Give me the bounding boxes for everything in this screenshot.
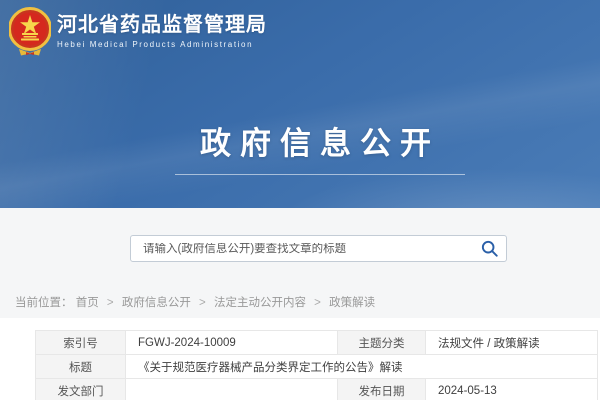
table-row-index: 索引号 FGWJ-2024-10009 主题分类 法规文件 / 政策解读 [36,331,598,355]
page-title: 政府信息公开 [200,118,440,163]
table-row-title: 标题 《关于规范医疗器械产品分类界定工作的公告》解读 [36,355,598,379]
field-label-index-number: 索引号 [36,331,126,355]
banner-heading: 政府信息公开 [20,118,600,175]
breadcrumb-item-policy-interpretation[interactable]: 政策解读 [329,297,375,309]
field-label-title: 标题 [36,355,126,379]
breadcrumb-separator: > [107,297,114,309]
field-value-title: 《关于规范医疗器械产品分类界定工作的公告》解读 [126,355,598,379]
agency-name-english: Hebei Medical Products Administration [57,40,267,49]
field-value-publish-date: 2024-05-13 [426,379,598,400]
banner-underline [175,174,465,175]
table-row-department-date: 发文部门 发布日期 2024-05-13 [36,379,598,400]
search-box [130,235,507,262]
site-header-banner: 河北省药品监督管理局 Hebei Medical Products Admini… [0,0,600,208]
breadcrumb-item-home[interactable]: 首页 [76,297,99,309]
field-label-publish-date: 发布日期 [338,379,426,400]
breadcrumb-separator: > [199,297,206,309]
site-logo[interactable]: 河北省药品监督管理局 Hebei Medical Products Admini… [9,7,267,57]
breadcrumb-label: 当前位置： [15,297,73,309]
site-logo-text: 河北省药品监督管理局 Hebei Medical Products Admini… [57,7,267,49]
field-value-category: 法规文件 / 政策解读 [426,331,598,355]
field-label-department: 发文部门 [36,379,126,400]
breadcrumb-item-info-disclosure[interactable]: 政府信息公开 [122,297,191,309]
breadcrumb-item-statutory-content[interactable]: 法定主动公开内容 [214,297,306,309]
national-emblem-icon [9,7,51,57]
document-info-table: 索引号 FGWJ-2024-10009 主题分类 法规文件 / 政策解读 标题 … [35,330,598,400]
search-section: 当前位置： 首页 > 政府信息公开 > 法定主动公开内容 > 政策解读 [0,208,600,318]
search-input[interactable] [131,243,472,255]
breadcrumb-separator: > [314,297,321,309]
agency-name: 河北省药品监督管理局 [57,14,267,36]
content-card: 索引号 FGWJ-2024-10009 主题分类 法规文件 / 政策解读 标题 … [0,318,600,400]
field-label-category: 主题分类 [338,331,426,355]
breadcrumb: 当前位置： 首页 > 政府信息公开 > 法定主动公开内容 > 政策解读 [15,294,375,310]
field-value-department [126,379,338,400]
search-button[interactable] [472,236,506,261]
field-value-index-number: FGWJ-2024-10009 [126,331,338,355]
search-icon [480,239,499,258]
